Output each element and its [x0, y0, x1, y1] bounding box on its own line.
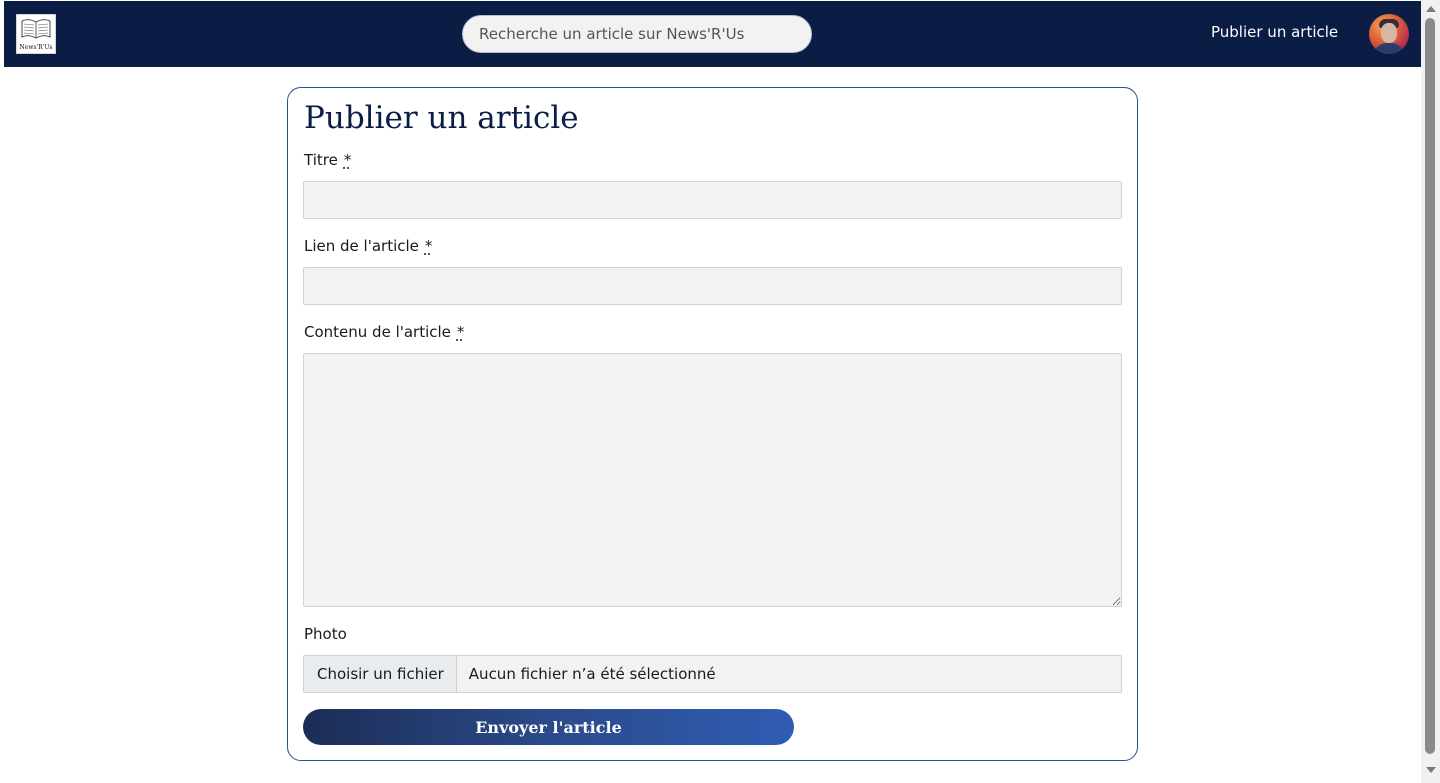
site-logo[interactable]: News'R'Us [16, 14, 56, 54]
lien-input[interactable] [303, 267, 1122, 305]
page-title: Publier un article [304, 100, 579, 136]
photo-label: Photo [304, 625, 347, 643]
contenu-label-text: Contenu de l'article [304, 323, 451, 341]
top-navbar: News'R'Us Publier un article [4, 1, 1421, 67]
photo-file-input[interactable]: Choisir un fichier Aucun fichier n’a été… [303, 655, 1122, 693]
scroll-up-icon[interactable] [1426, 6, 1436, 12]
search-input[interactable] [462, 15, 812, 53]
newspaper-logo-icon [21, 19, 51, 39]
nav-publish-link[interactable]: Publier un article [1211, 23, 1338, 41]
required-marker: * [456, 323, 465, 341]
file-status-text: Aucun fichier n’a été sélectionné [468, 665, 716, 683]
scroll-down-icon[interactable] [1426, 767, 1436, 773]
page-scrollbar[interactable] [1421, 0, 1440, 783]
required-marker: * [343, 151, 352, 169]
contenu-textarea[interactable] [303, 353, 1122, 607]
scrollbar-thumb[interactable] [1425, 18, 1435, 754]
required-marker: * [424, 237, 433, 255]
lien-label: Lien de l'article * [304, 237, 432, 255]
titre-label-text: Titre [304, 151, 338, 169]
publish-article-form: Publier un article Titre * Lien de l'arti… [287, 87, 1138, 761]
choose-file-button[interactable]: Choisir un fichier [304, 656, 457, 692]
logo-text: News'R'Us [19, 44, 53, 51]
avatar-body [1373, 43, 1405, 54]
contenu-label: Contenu de l'article * [304, 323, 464, 341]
user-avatar[interactable] [1369, 14, 1409, 54]
avatar-face [1381, 23, 1397, 43]
submit-article-button[interactable]: Envoyer l'article [303, 709, 794, 745]
titre-label: Titre * [304, 151, 351, 169]
titre-input[interactable] [303, 181, 1122, 219]
app-window: News'R'Us Publier un article Publier un … [0, 0, 1440, 783]
lien-label-text: Lien de l'article [304, 237, 419, 255]
